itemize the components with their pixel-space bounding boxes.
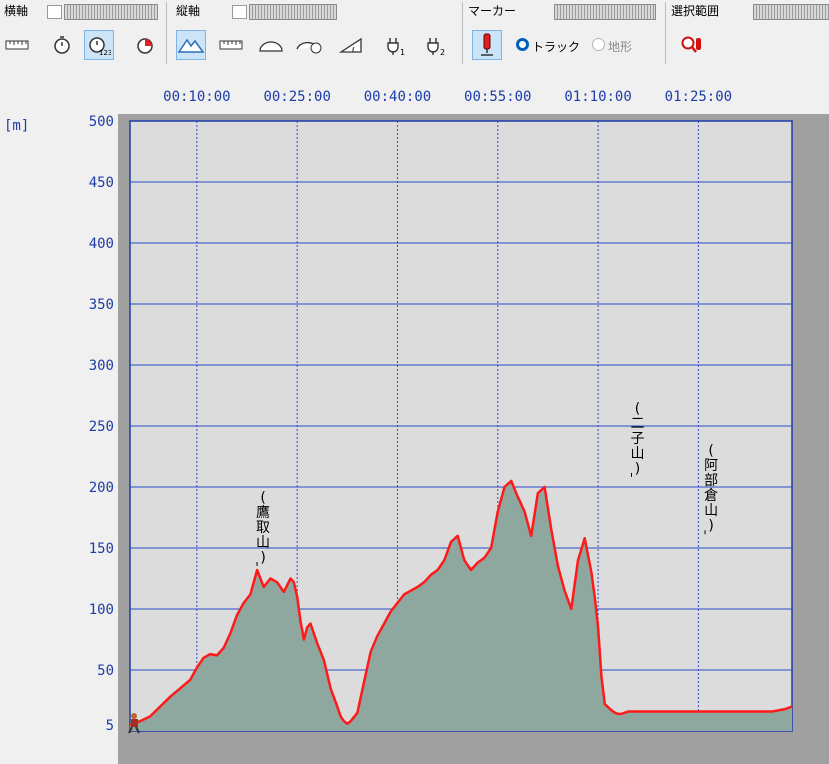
plug-1-icon: 1 bbox=[387, 38, 405, 56]
y-tick-label: 350 bbox=[89, 297, 114, 313]
axis-plugin1-button[interactable]: 1 bbox=[382, 30, 412, 60]
marker-group: マーカー トラック 地形 bbox=[464, 0, 664, 66]
x-tick-label: 00:25:00 bbox=[263, 89, 330, 105]
axis-time-button[interactable] bbox=[47, 30, 77, 60]
marker-button[interactable] bbox=[472, 30, 502, 60]
toolbar-separator bbox=[166, 2, 167, 64]
toolbar-separator bbox=[462, 2, 463, 64]
x-tick-label: 00:10:00 bbox=[163, 89, 230, 105]
marker-pin-icon bbox=[481, 33, 493, 56]
selection-group: 選択範囲 bbox=[667, 0, 829, 66]
graph-toolbar: 横軸 123 縦軸 1 2 マーカー トラック 地形 選択範囲 bbox=[0, 0, 829, 68]
x-tick-label: 01:25:00 bbox=[665, 89, 732, 105]
y-tick-label: 250 bbox=[89, 419, 114, 435]
radio-terrain[interactable] bbox=[592, 38, 605, 51]
radio-track[interactable] bbox=[516, 38, 529, 51]
svg-text:2: 2 bbox=[440, 48, 445, 56]
svg-text:123: 123 bbox=[99, 49, 111, 56]
mountain-icon bbox=[178, 38, 204, 53]
x-tick-labels: 00:10:00 00:25:00 00:40:00 00:55:00 01:10:00… bbox=[163, 89, 732, 105]
radio-track-label: トラック bbox=[532, 40, 581, 54]
horizontal-axis-label: 横軸 bbox=[4, 4, 29, 18]
gauge-icon bbox=[259, 41, 283, 52]
axis-distance-button[interactable] bbox=[2, 30, 32, 60]
y-axis-unit-label: [m] bbox=[4, 118, 29, 134]
x-tick-label: 01:10:00 bbox=[564, 89, 631, 105]
svg-text:1: 1 bbox=[400, 48, 405, 56]
selection-label: 選択範囲 bbox=[671, 4, 720, 18]
vertical-axis-dropdown[interactable] bbox=[232, 5, 247, 19]
ruler-icon bbox=[219, 40, 243, 50]
vertical-axis-slider[interactable] bbox=[249, 4, 337, 20]
axis-elapsed-time-button[interactable]: 123 bbox=[84, 30, 114, 60]
plug-2-icon: 2 bbox=[427, 38, 445, 56]
vertical-axis-group: 縦軸 1 2 bbox=[168, 0, 460, 66]
axis-plugin2-button[interactable]: 2 bbox=[422, 30, 452, 60]
slope-icon bbox=[339, 37, 362, 53]
axis-elevation-button[interactable] bbox=[176, 30, 206, 60]
y-tick-label: 450 bbox=[89, 175, 114, 191]
y-tick-label: 200 bbox=[89, 480, 114, 496]
y-tick-label: 150 bbox=[89, 541, 114, 557]
stopwatch-icon bbox=[54, 36, 70, 54]
marker-slider[interactable] bbox=[554, 4, 656, 20]
horizontal-axis-dropdown[interactable] bbox=[47, 5, 62, 19]
selection-zoom-button[interactable] bbox=[677, 30, 707, 60]
red-stopwatch-icon bbox=[137, 38, 153, 54]
radio-terrain-label: 地形 bbox=[608, 40, 633, 54]
toolbar-separator bbox=[665, 2, 666, 64]
marker-label: マーカー bbox=[468, 4, 517, 18]
axis-pace-button[interactable] bbox=[294, 30, 324, 60]
x-tick-label: 00:40:00 bbox=[364, 89, 431, 105]
magnifier-range-icon bbox=[681, 36, 701, 53]
y-tick-labels: 5 50 100 150 200 250 300 350 400 450 500 bbox=[89, 114, 114, 734]
axis-clock-button[interactable] bbox=[130, 30, 160, 60]
horizontal-axis-slider[interactable] bbox=[64, 4, 158, 20]
x-tick-label: 00:55:00 bbox=[464, 89, 531, 105]
gauge-clock-icon bbox=[296, 41, 322, 54]
y-tick-label: 100 bbox=[89, 602, 114, 618]
axis-distance-vertical-button[interactable] bbox=[216, 30, 246, 60]
vertical-axis-label: 縦軸 bbox=[176, 4, 201, 18]
axis-speed-button[interactable] bbox=[256, 30, 286, 60]
ruler-icon bbox=[5, 40, 29, 50]
stopwatch-123-icon: 123 bbox=[89, 37, 111, 56]
y-tick-label: 500 bbox=[89, 114, 114, 130]
y-tick-label: 300 bbox=[89, 358, 114, 374]
y-tick-label: 5 bbox=[106, 718, 114, 734]
axis-slope-button[interactable] bbox=[336, 30, 366, 60]
horizontal-axis-group: 横軸 123 bbox=[0, 0, 162, 66]
y-tick-label: 50 bbox=[97, 663, 114, 679]
selection-slider[interactable] bbox=[753, 4, 829, 20]
elevation-chart[interactable]: [m] 00:10:00 00:25:00 00:40:00 00:55:00 01:1… bbox=[0, 68, 829, 764]
y-tick-label: 400 bbox=[89, 236, 114, 252]
